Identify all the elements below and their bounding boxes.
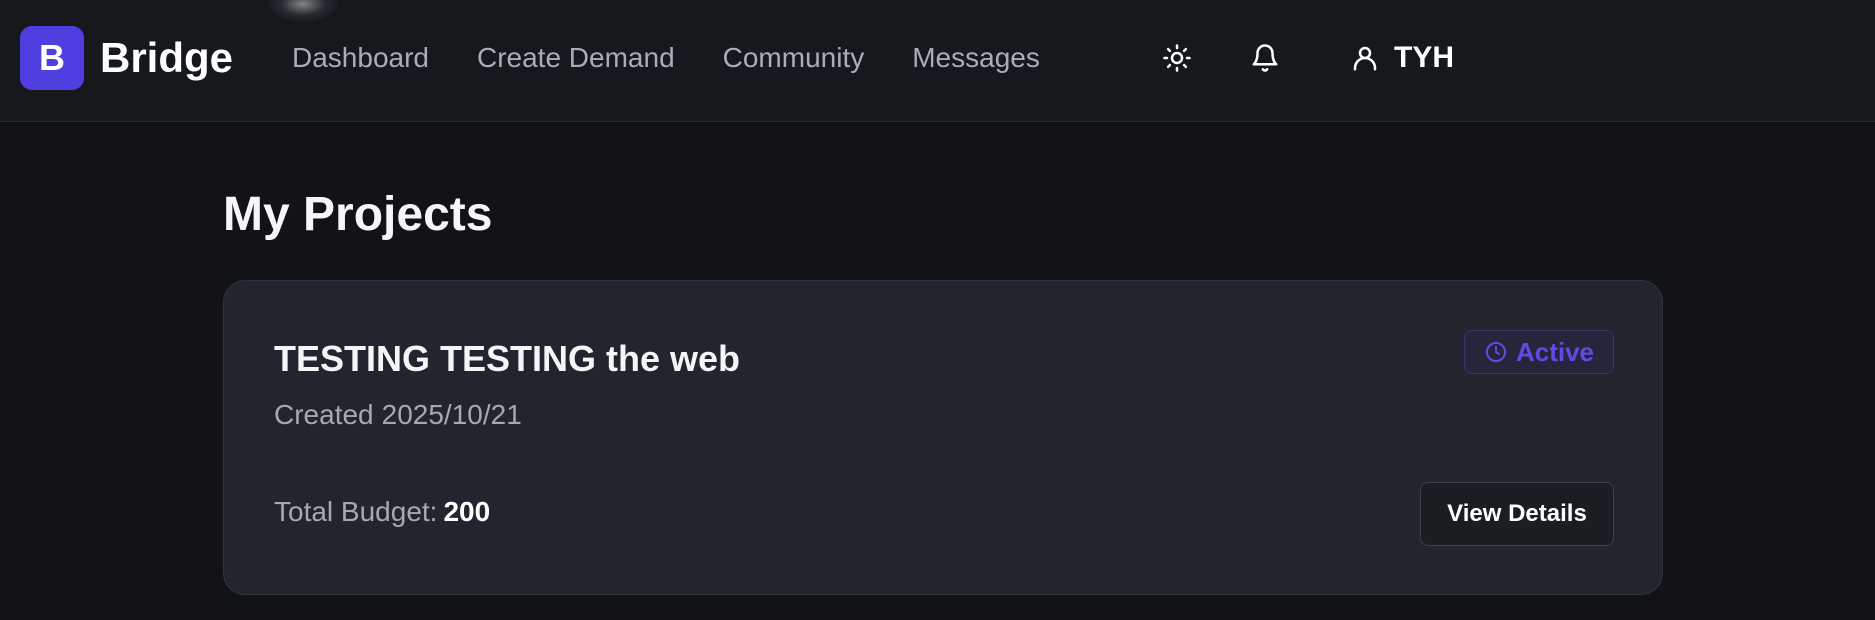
user-menu[interactable]: TYH — [1350, 36, 1454, 80]
bell-icon — [1252, 44, 1278, 72]
project-card: TESTING TESTING the web Created 2025/10/2… — [223, 280, 1663, 595]
decorative-glow — [268, 0, 338, 22]
nav-item-dashboard[interactable]: Dashboard — [292, 42, 429, 74]
clock-icon — [1485, 342, 1506, 362]
main-nav: Dashboard Create Demand Community Messag… — [292, 36, 1040, 80]
page-title: My Projects — [223, 188, 493, 241]
nav-item-create-demand[interactable]: Create Demand — [477, 42, 675, 74]
user-name: TYH — [1394, 41, 1454, 74]
status-badge: Active — [1464, 330, 1614, 374]
sun-icon — [1163, 44, 1191, 72]
top-navbar: B Bridge Dashboard Create Demand Communi… — [0, 0, 1875, 122]
budget-value: 200 — [443, 496, 491, 527]
project-title[interactable]: TESTING TESTING the web — [274, 337, 740, 381]
app-name[interactable]: Bridge — [100, 30, 233, 86]
user-icon — [1353, 46, 1377, 71]
project-budget: Total Budget: 200 — [274, 494, 490, 530]
notifications-button[interactable] — [1243, 36, 1287, 80]
created-date: 2025/10/21 — [381, 399, 522, 430]
theme-toggle-button[interactable] — [1155, 36, 1199, 80]
view-details-button[interactable]: View Details — [1420, 482, 1614, 546]
nav-item-messages[interactable]: Messages — [912, 42, 1040, 74]
project-created-date: Created 2025/10/21 — [274, 397, 522, 433]
nav-item-community[interactable]: Community — [723, 42, 865, 74]
budget-label: Total Budget: — [274, 496, 438, 527]
created-label: Created — [274, 399, 374, 430]
status-label: Active — [1515, 336, 1595, 367]
brand-logo[interactable]: B — [20, 26, 84, 90]
logo-letter: B — [39, 37, 65, 78]
